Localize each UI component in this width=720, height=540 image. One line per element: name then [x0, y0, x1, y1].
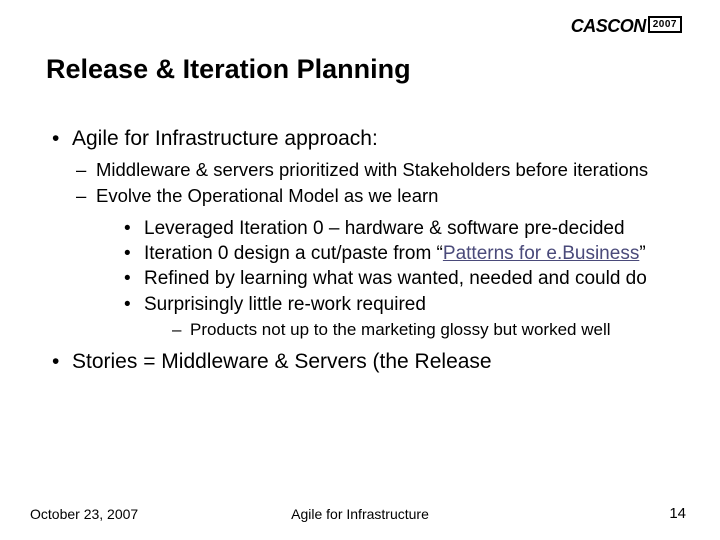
- bullet-text: Leveraged Iteration 0 – hardware & softw…: [144, 218, 625, 239]
- bullet-text: Evolve the Operational Model as we learn: [96, 185, 438, 206]
- bullet-list: Agile for Infrastructure approach: Middl…: [46, 127, 680, 374]
- logo-year: 2007: [648, 16, 682, 33]
- bullet-text: Surprisingly little re-work required: [144, 294, 426, 315]
- list-item: Surprisingly little re-work required Pro…: [124, 293, 680, 341]
- bullet-text: Refined by learning what was wanted, nee…: [144, 268, 647, 289]
- slide-title: Release & Iteration Planning: [46, 54, 680, 85]
- list-item: Leveraged Iteration 0 – hardware & softw…: [124, 217, 680, 240]
- link-patterns-ebusiness[interactable]: Patterns for e.Business: [443, 243, 639, 264]
- footer-title: Agile for Infrastructure: [0, 506, 720, 522]
- conference-logo: CASCON2007: [571, 16, 682, 37]
- bullet-text: Agile for Infrastructure approach:: [72, 127, 378, 150]
- bullet-text: Stories = Middleware & Servers (the Rele…: [72, 350, 492, 373]
- list-item: Middleware & servers prioritized with St…: [76, 159, 680, 182]
- bullet-text: Middleware & servers prioritized with St…: [96, 159, 648, 180]
- list-item: Agile for Infrastructure approach: Middl…: [52, 127, 680, 340]
- bullet-text: ”: [639, 243, 645, 264]
- bullet-text: Products not up to the marketing glossy …: [190, 320, 611, 339]
- slide-content: Release & Iteration Planning Agile for I…: [0, 0, 720, 374]
- bullet-text: Iteration 0 design a cut/paste from “: [144, 243, 443, 264]
- list-item: Iteration 0 design a cut/paste from “Pat…: [124, 242, 680, 265]
- list-item: Products not up to the marketing glossy …: [172, 320, 680, 340]
- logo-brand: CASCON: [571, 16, 646, 37]
- page-number: 14: [669, 505, 686, 522]
- list-item: Stories = Middleware & Servers (the Rele…: [52, 350, 680, 374]
- list-item: Refined by learning what was wanted, nee…: [124, 267, 680, 290]
- list-item: Evolve the Operational Model as we learn…: [76, 185, 680, 341]
